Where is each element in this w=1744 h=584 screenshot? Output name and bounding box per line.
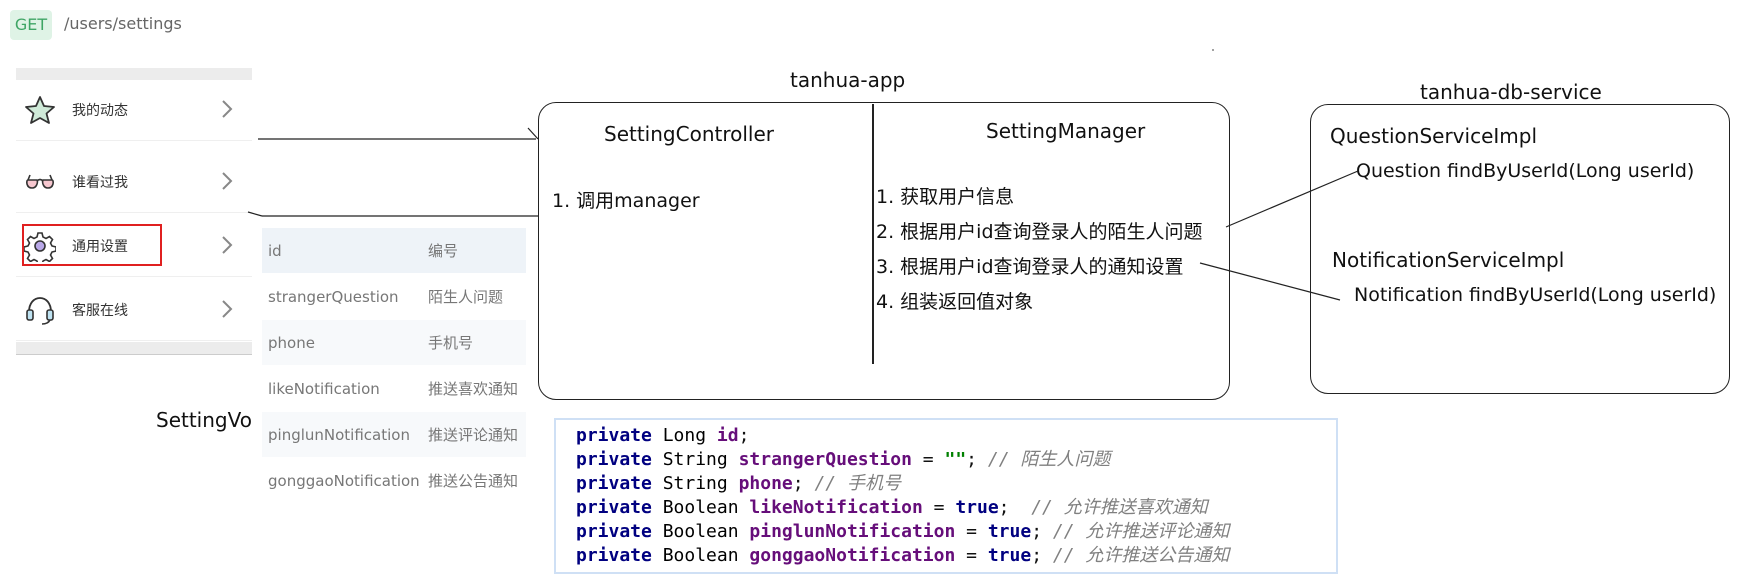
- code-line: private Boolean gonggaoNotification = tr…: [576, 545, 1230, 566]
- code-line: private Long id;: [576, 425, 750, 446]
- code-line: private Boolean likeNotification = true;…: [576, 497, 1208, 518]
- response-arrow-head: [247, 211, 263, 217]
- code-line: private Boolean pinglunNotification = tr…: [576, 521, 1230, 542]
- code-line: private String strangerQuestion = ""; //…: [576, 449, 1111, 470]
- request-arrow-head: [527, 127, 539, 140]
- notification-link-line: [1199, 262, 1341, 301]
- question-link-line: [1225, 170, 1359, 228]
- code-snippet: private Long id; private String strangerQ…: [554, 418, 1338, 574]
- code-line: private String phone; // 手机号: [576, 473, 901, 494]
